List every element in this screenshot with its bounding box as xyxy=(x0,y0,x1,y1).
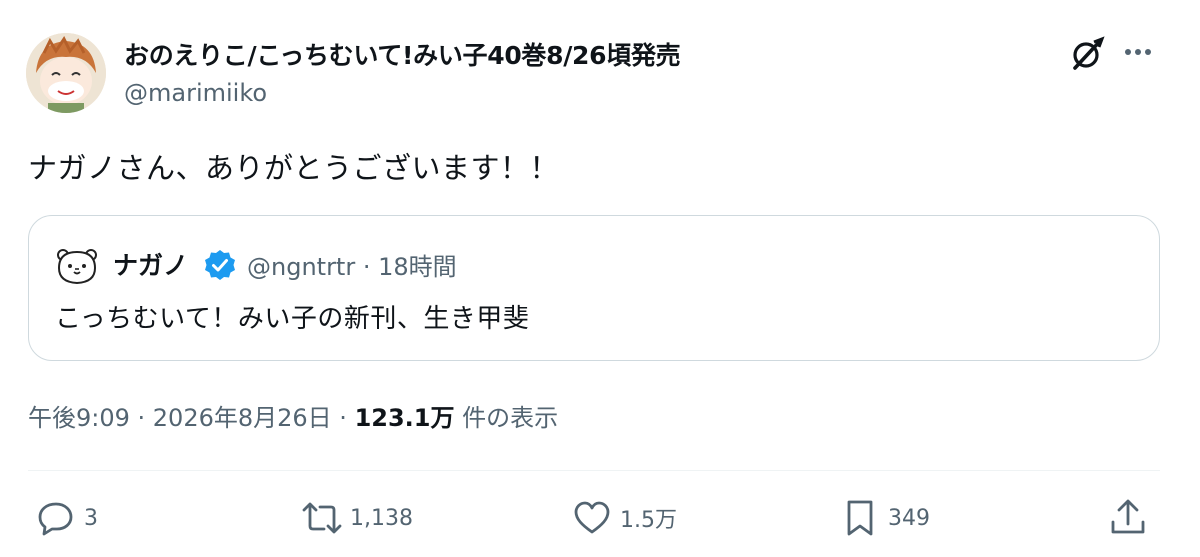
quote-avatar[interactable] xyxy=(55,246,99,286)
retweet-count: 1,138 xyxy=(350,505,413,531)
grok-icon[interactable] xyxy=(1068,35,1106,73)
author-display-name[interactable]: おのえりこ/こっちむいて!みい子40巻8/26頃発売 xyxy=(124,36,681,72)
divider xyxy=(28,470,1160,471)
views-label: 件の表示 xyxy=(454,404,559,432)
retweet-button[interactable]: 1,138 xyxy=(300,496,413,540)
quote-author-name[interactable]: ナガノ xyxy=(113,246,188,282)
quote-meta[interactable]: @ngntrtr · 18時間 xyxy=(247,247,457,282)
tweet-text: ナガノさん、ありがとうございます！！ xyxy=(28,151,560,185)
timestamp[interactable]: 午後9:09 · 2026年8月26日 · xyxy=(28,404,355,432)
author-handle[interactable]: @marimiiko xyxy=(124,79,267,107)
share-icon xyxy=(1111,499,1145,534)
bookmark-count: 349 xyxy=(888,505,930,531)
quote-tweet-card[interactable]: ナガノ @ngntrtr · 18時間 こっちむいて！みい子の新刊、生き甲斐 xyxy=(28,215,1160,361)
bookmark-button[interactable]: 349 xyxy=(838,496,930,540)
quote-text: こっちむいて！みい子の新刊、生き甲斐 xyxy=(55,304,530,334)
reply-button[interactable]: 3 xyxy=(34,496,98,540)
timestamp-row: 午後9:09 · 2026年8月26日 · 123.1万 件の表示 xyxy=(28,398,558,433)
bookmark-icon xyxy=(847,500,873,536)
share-button[interactable] xyxy=(1106,496,1150,540)
views-count: 123.1万 xyxy=(354,404,455,432)
retweet-icon xyxy=(302,502,342,534)
like-count: 1.5万 xyxy=(620,508,677,533)
more-icon[interactable] xyxy=(1118,36,1158,72)
author-avatar[interactable] xyxy=(26,33,106,113)
reply-icon xyxy=(38,502,73,536)
verified-icon xyxy=(203,248,237,282)
like-icon xyxy=(574,501,610,534)
like-button[interactable]: 1.5万 xyxy=(570,496,677,540)
reply-count: 3 xyxy=(84,505,98,531)
